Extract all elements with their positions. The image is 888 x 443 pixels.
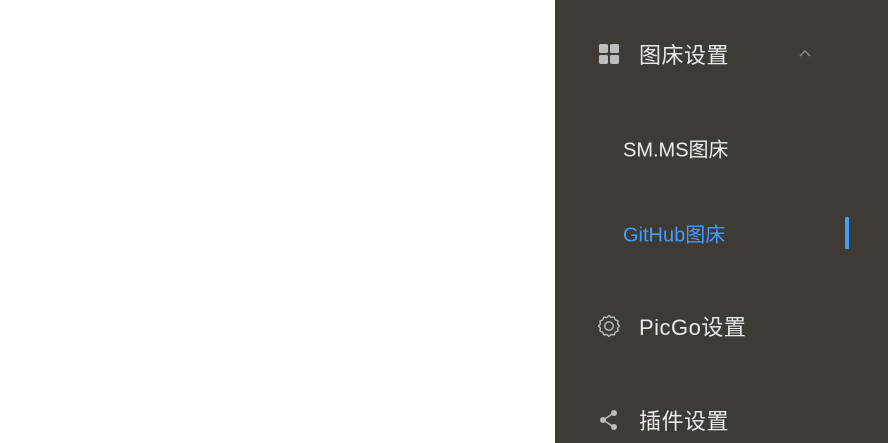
menu-item-plugin-settings[interactable]: 插件设置 bbox=[555, 392, 888, 443]
sidebar-item-smms[interactable]: SM.MS图床 bbox=[555, 120, 888, 176]
active-indicator bbox=[845, 217, 849, 249]
grid-icon bbox=[595, 40, 623, 68]
menu-item-picgo-settings[interactable]: PicGo设置 bbox=[555, 298, 888, 354]
app-window: 图床设置 SM.MS图床 GitHub图床 PicGo设置 插件设置 bbox=[0, 0, 888, 443]
menu-group-picbed-settings[interactable]: 图床设置 bbox=[555, 26, 888, 82]
sidebar-item-label: GitHub图床 bbox=[623, 224, 726, 247]
main-content-area bbox=[0, 0, 555, 443]
share-icon bbox=[595, 406, 623, 434]
gear-icon bbox=[595, 312, 623, 340]
menu-group-label: 图床设置 bbox=[639, 43, 730, 68]
sidebar-item-github[interactable]: GitHub图床 bbox=[555, 205, 888, 261]
menu-item-label: PicGo设置 bbox=[639, 315, 747, 340]
menu-item-label: 插件设置 bbox=[639, 409, 730, 434]
sidebar-item-label: SM.MS图床 bbox=[623, 139, 729, 162]
chevron-up-icon[interactable] bbox=[795, 44, 815, 64]
sidebar-menu: 图床设置 SM.MS图床 GitHub图床 PicGo设置 插件设置 bbox=[555, 0, 888, 443]
